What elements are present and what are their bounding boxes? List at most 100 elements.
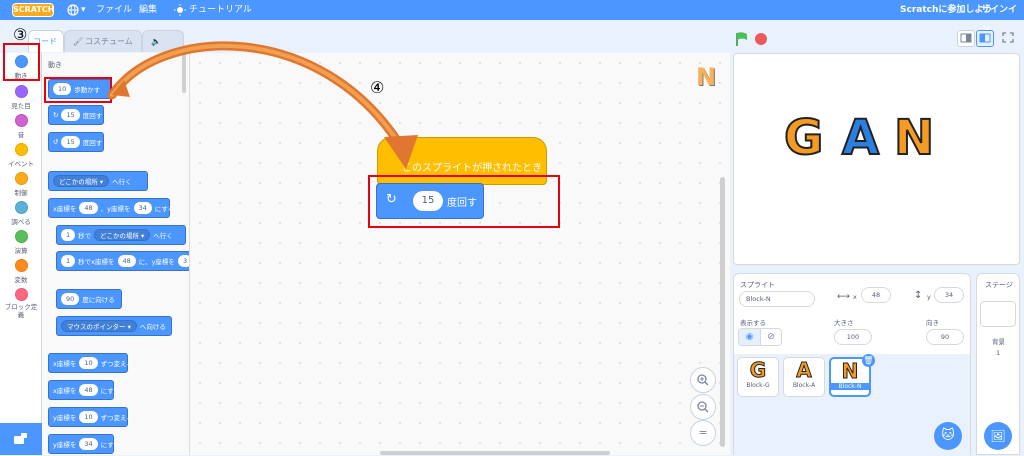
zoom-in-button[interactable] [690, 367, 716, 393]
choose-sprite-button[interactable]: 🐱 [934, 422, 962, 450]
eye-slash-icon[interactable]: ⊘ [759, 329, 781, 345]
file-menu[interactable]: ファイル [96, 0, 132, 20]
fullscreen-button[interactable] [1000, 30, 1018, 47]
zoom-out-icon [697, 401, 709, 413]
change-x-input[interactable]: 10 [79, 357, 98, 369]
tutorials-menu[interactable]: チュートリアル [189, 0, 252, 20]
block-point-towards[interactable]: マウスのポインター ▾ へ向ける [56, 316, 172, 336]
block-point-direction[interactable]: 90 度に向ける [56, 289, 122, 309]
drag-arrow [107, 41, 418, 169]
sprite-thumb-g-label: Block-G [746, 382, 770, 389]
sprite-direction-input[interactable]: 90 [926, 329, 964, 345]
glide-x-input[interactable]: 48 [117, 255, 136, 267]
category-sensing[interactable]: 調べる [0, 201, 42, 226]
block-change-y[interactable]: y座標を 10 ずつ変える [48, 407, 133, 427]
chevron-down-icon[interactable]: ▾ [81, 0, 86, 20]
glide-target-dropdown[interactable]: どこかの場所 ▾ [94, 229, 151, 241]
sprite-y-input[interactable]: 34 [934, 287, 964, 303]
image-add-icon: 🖼 [990, 429, 1006, 443]
glide-label-a: 秒で [78, 232, 92, 240]
point-direction-input[interactable]: 90 [61, 293, 80, 305]
block-goto-xy[interactable]: x座標を 48 、y座標を 34 にする [48, 198, 174, 218]
block-turn-right[interactable]: ↻ 15 度回す [48, 105, 104, 125]
edit-menu[interactable]: 編集 [139, 0, 157, 20]
goto-x-input[interactable]: 48 [79, 202, 98, 214]
visibility-toggle: ◉ ⊘ [738, 328, 782, 346]
join-scratch-link[interactable]: Scratchに参加しよう [900, 0, 992, 20]
set-x-label-b: にする [100, 387, 121, 395]
zoom-reset-button[interactable]: = [690, 420, 716, 446]
category-events-label: イベント [8, 160, 34, 168]
green-flag-icon[interactable] [735, 31, 749, 47]
sprite-n[interactable]: N [893, 109, 935, 167]
turn-right-input[interactable]: 15 [61, 109, 80, 121]
glide-xy-secs-input[interactable]: 1 [61, 255, 76, 267]
extensions-button[interactable] [0, 423, 42, 455]
block-set-x[interactable]: x座標を 48 にする [48, 380, 120, 400]
category-looks[interactable]: 見た目 [0, 85, 42, 110]
normal-stage-button[interactable] [976, 30, 994, 47]
workspace-horizontal-scrollbar[interactable] [380, 451, 610, 455]
category-variables-label: 変数 [14, 276, 28, 284]
sprite-thumb-a-image: A [796, 358, 812, 383]
glide-label-b: へ行く [153, 232, 173, 240]
sprite-g[interactable]: G [783, 109, 824, 167]
extension-icon [14, 433, 27, 444]
delete-sprite-icon[interactable]: 🗑 [862, 354, 875, 367]
category-sound[interactable]: 音 [0, 114, 42, 139]
point-direction-label: 度に向ける [82, 296, 115, 304]
stop-icon[interactable] [755, 33, 767, 45]
set-y-label-b: にする [100, 441, 121, 449]
choose-backdrop-button[interactable]: 🖼 [984, 422, 1012, 450]
set-y-input[interactable]: 34 [79, 438, 98, 450]
goto-target-dropdown[interactable]: どこかの場所 ▾ [53, 175, 110, 187]
small-stage-button[interactable] [957, 30, 975, 47]
change-y-input[interactable]: 10 [79, 411, 98, 423]
block-glide[interactable]: 1 秒で どこかの場所 ▾ へ行く [56, 225, 186, 245]
zoom-out-button[interactable] [690, 394, 716, 420]
sprite-thumb-a[interactable]: A Block-A [783, 357, 825, 397]
step3-marker: ③ [13, 25, 28, 44]
category-control[interactable]: 制御 [0, 172, 42, 197]
block-glide-xy[interactable]: 1 秒でx座標を 48 に、y座標を 3 [56, 251, 189, 271]
normal-stage-icon [979, 33, 991, 43]
goto-y-input[interactable]: 34 [133, 202, 152, 214]
sign-in-link[interactable]: サインイン [981, 0, 1024, 35]
stage-canvas[interactable]: G A N [733, 53, 1020, 265]
category-control-dot [14, 172, 28, 185]
change-y-label-a: y座標を [53, 414, 77, 422]
eye-icon[interactable]: ◉ [739, 329, 760, 345]
sprite-thumb-g[interactable]: G Block-G [737, 357, 779, 397]
set-x-input[interactable]: 48 [79, 384, 98, 396]
category-variables[interactable]: 変数 [0, 259, 42, 284]
category-sound-dot [14, 114, 28, 127]
sprite-x-input[interactable]: 48 [861, 287, 891, 303]
category-myblocks-dot [14, 288, 28, 301]
stage-thumbnail[interactable] [980, 301, 1016, 327]
set-y-label-a: y座標を [53, 441, 77, 449]
goto-xy-label-a: x座標を [53, 205, 77, 213]
globe-icon[interactable] [66, 0, 82, 20]
point-towards-dropdown[interactable]: マウスのポインター ▾ [61, 320, 137, 332]
change-x-label-a: x座標を [53, 360, 77, 368]
sprite-name-input[interactable]: Block-N [739, 291, 815, 307]
sprite-size-input[interactable]: 100 [834, 329, 872, 345]
set-x-label-a: x座標を [53, 387, 77, 395]
turn-left-input[interactable]: 15 [61, 136, 80, 148]
category-sensing-label: 調べる [11, 218, 31, 226]
glide-secs-input[interactable]: 1 [61, 229, 76, 241]
scratch-logo[interactable]: SCRATCH [12, 3, 54, 17]
block-turn-left[interactable]: ↺ 15 度回す [48, 132, 104, 152]
block-change-x[interactable]: x座標を 10 ずつ変える [48, 353, 133, 373]
block-set-y[interactable]: y座標を 34 にする [48, 434, 120, 454]
sprite-a[interactable]: A [841, 109, 880, 167]
category-operators-label: 演算 [14, 247, 28, 255]
category-events[interactable]: イベント [0, 143, 42, 168]
size-label: 大きさ [834, 319, 854, 327]
x-arrows-icon: ⟷ [837, 292, 850, 302]
category-operators[interactable]: 演算 [0, 230, 42, 255]
workspace-vertical-scrollbar[interactable] [720, 177, 725, 447]
category-myblocks[interactable]: ブロック定義 [2, 288, 40, 319]
glide-y-input[interactable]: 3 [177, 255, 189, 267]
cat-add-icon: 🐱 [941, 428, 955, 443]
